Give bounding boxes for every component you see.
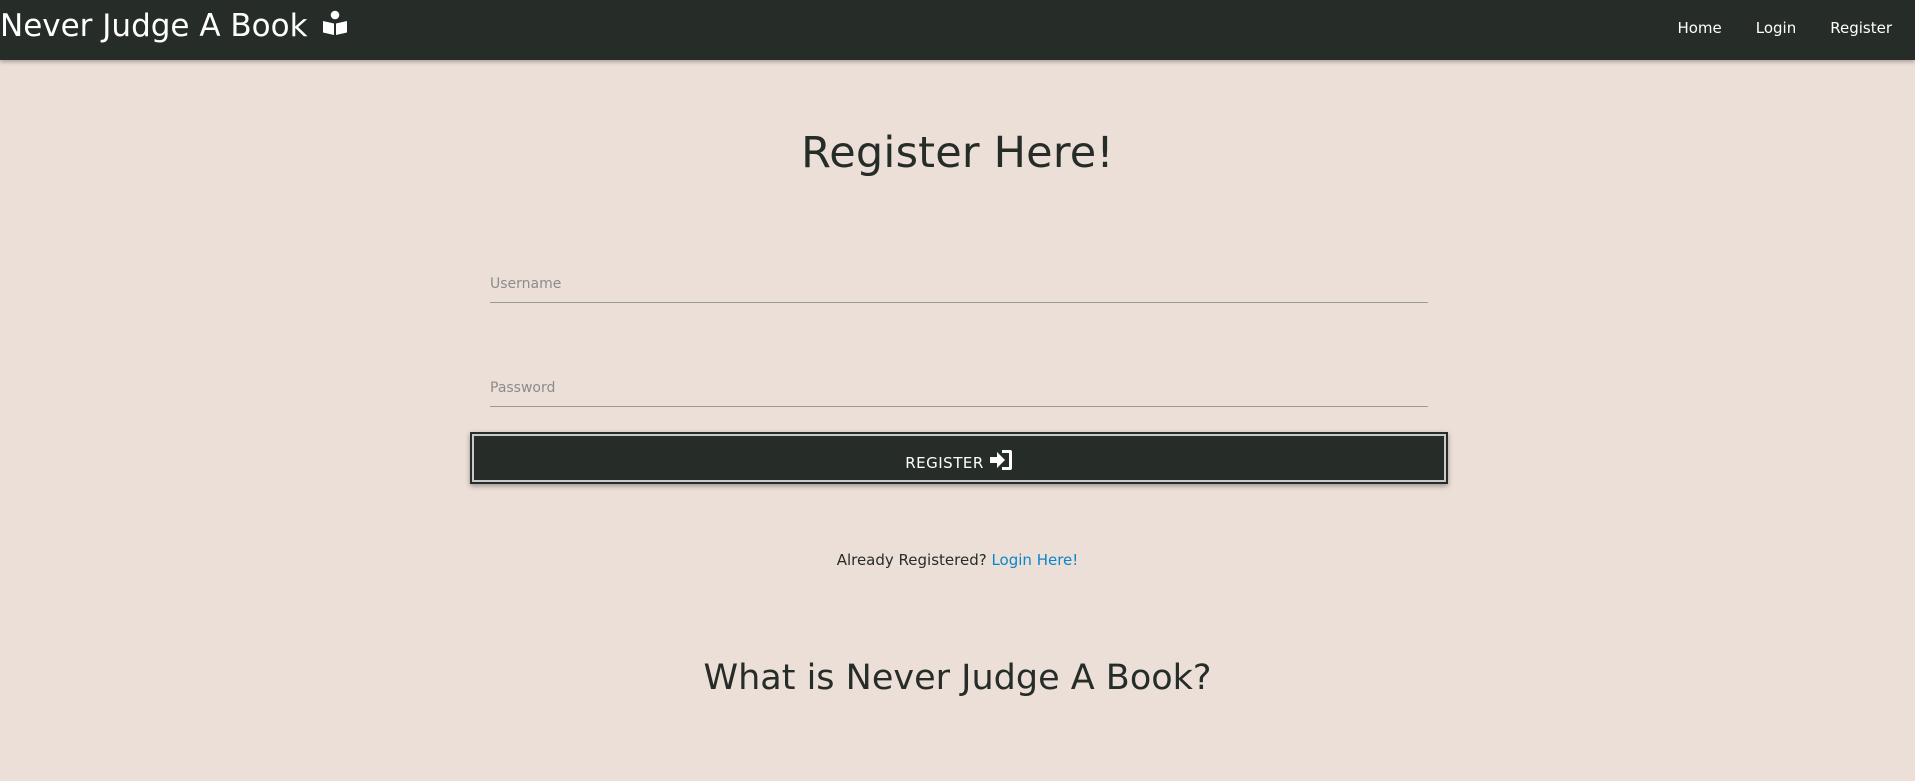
username-input[interactable] [490,266,1428,302]
login-here-link[interactable]: Login Here! [991,551,1078,569]
register-button-label: REGISTER [905,453,984,472]
nav-links: Home Login Register [1666,0,1903,58]
book-reader-icon [322,10,348,36]
password-field [490,370,1428,407]
brand-link[interactable]: Never Judge A Book [0,8,348,44]
already-registered: Already Registered? Login Here! [0,551,1915,569]
nav-login-link[interactable]: Login [1745,19,1807,39]
nav-register-link[interactable]: Register [1819,19,1903,39]
password-input[interactable] [490,370,1428,406]
username-field [490,266,1428,303]
sign-in-icon [989,449,1013,471]
page-title: Register Here! [801,128,1114,178]
about-heading: What is Never Judge A Book? [703,658,1212,698]
already-registered-text: Already Registered? [836,551,987,569]
register-button[interactable]: REGISTER [470,432,1448,484]
nav-home-link[interactable]: Home [1666,19,1732,39]
navbar: Never Judge A Book Home Login Register [0,0,1915,60]
brand-title: Never Judge A Book [0,8,308,44]
